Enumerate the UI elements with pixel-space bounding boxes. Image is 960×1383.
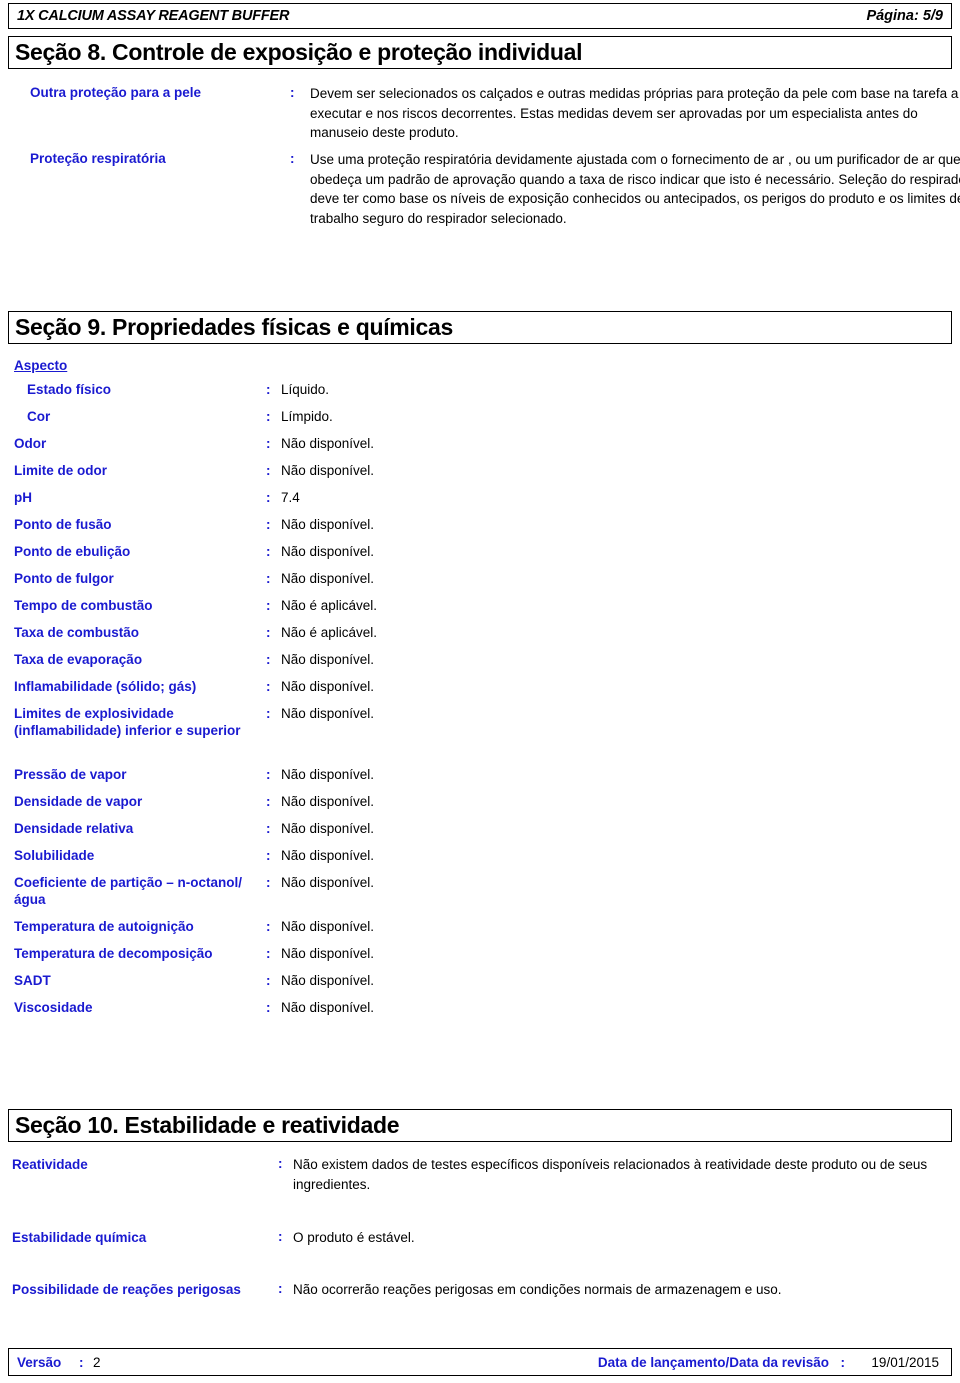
property-value: 7.4 bbox=[281, 490, 300, 505]
property-label: Temperatura de autoignição bbox=[14, 919, 194, 934]
property-label: Solubilidade bbox=[14, 848, 95, 863]
property-value: Não disponível. bbox=[281, 794, 375, 809]
property-label: Taxa de combustão bbox=[14, 625, 140, 640]
property-label: Densidade relativa bbox=[14, 821, 134, 836]
property-value: Não disponível. bbox=[281, 946, 375, 961]
property-colon: : bbox=[266, 875, 271, 890]
field-value: Não ocorrerão reações perigosas em condi… bbox=[293, 1282, 782, 1297]
section-8-title-bar: Seção 8. Controle de exposição e proteçã… bbox=[8, 36, 952, 69]
document-page: 1X CALCIUM ASSAY REAGENT BUFFER Página: … bbox=[0, 0, 960, 1383]
property-value: Líquido. bbox=[281, 382, 330, 397]
version-colon: : bbox=[79, 1354, 84, 1370]
property-value: Não disponível. bbox=[281, 652, 375, 667]
field-value: Devem ser selecionados os calçados e out… bbox=[310, 86, 959, 140]
field-label: Estabilidade química bbox=[12, 1230, 147, 1245]
property-colon: : bbox=[266, 571, 271, 586]
property-value: Límpido. bbox=[281, 409, 333, 424]
property-label: Densidade de vapor bbox=[14, 794, 143, 809]
property-label: Tempo de combustão bbox=[14, 598, 153, 613]
property-colon: : bbox=[266, 794, 271, 809]
property-label: Limites de explosividade (inflamabilidad… bbox=[14, 706, 241, 738]
field-value: Use uma proteção respiratória devidament… bbox=[310, 152, 960, 226]
version-value: 2 bbox=[93, 1354, 101, 1370]
field-label: Proteção respiratória bbox=[30, 151, 166, 166]
property-colon: : bbox=[266, 679, 271, 694]
property-colon: : bbox=[266, 821, 271, 836]
aspecto-group-heading: Aspecto bbox=[14, 358, 68, 373]
property-value: Não disponível. bbox=[281, 436, 375, 451]
property-colon: : bbox=[266, 973, 271, 988]
property-label: Temperatura de decomposição bbox=[14, 946, 213, 961]
property-label: Coeficiente de partição – n-octanol/água bbox=[14, 875, 243, 907]
property-colon: : bbox=[266, 436, 271, 451]
property-colon: : bbox=[266, 409, 271, 424]
revision-date-label: Data de lançamento/Data da revisão bbox=[597, 1354, 829, 1370]
property-colon: : bbox=[266, 706, 271, 721]
property-label: pH bbox=[14, 490, 32, 505]
property-value: Não disponível. bbox=[281, 767, 375, 782]
field-colon: : bbox=[278, 1281, 283, 1296]
field-label: Possibilidade de reações perigosas bbox=[12, 1282, 241, 1297]
property-value: Não é aplicável. bbox=[281, 598, 378, 613]
property-value: Não disponível. bbox=[281, 848, 375, 863]
property-label: Inflamabilidade (sólido; gás) bbox=[14, 679, 197, 694]
section-9-title: Seção 9. Propriedades físicas e químicas bbox=[15, 314, 453, 340]
revision-date-value: 19/01/2015 bbox=[871, 1354, 939, 1370]
property-value: Não disponível. bbox=[281, 973, 375, 988]
property-label: Limite de odor bbox=[14, 463, 108, 478]
property-value: Não disponível. bbox=[281, 571, 375, 586]
property-colon: : bbox=[266, 919, 271, 934]
property-colon: : bbox=[266, 490, 271, 505]
field-label: Outra proteção para a pele bbox=[30, 85, 202, 100]
property-colon: : bbox=[266, 382, 271, 397]
property-label: Ponto de fulgor bbox=[14, 571, 114, 586]
product-title: 1X CALCIUM ASSAY REAGENT BUFFER bbox=[17, 8, 290, 24]
property-colon: : bbox=[266, 1000, 271, 1015]
property-label: Ponto de ebulição bbox=[14, 544, 131, 559]
property-colon: : bbox=[266, 625, 271, 640]
field-colon: : bbox=[290, 151, 295, 166]
property-colon: : bbox=[266, 767, 271, 782]
document-footer: Versão : 2 Data de lançamento/Data da re… bbox=[8, 1348, 952, 1376]
property-colon: : bbox=[266, 598, 271, 613]
property-value: Não disponível. bbox=[281, 517, 375, 532]
property-colon: : bbox=[266, 848, 271, 863]
property-value: Não disponível. bbox=[281, 706, 375, 721]
property-value: Não disponível. bbox=[281, 679, 375, 694]
property-value: Não disponível. bbox=[281, 544, 375, 559]
property-value: Não disponível. bbox=[281, 919, 375, 934]
property-label: Taxa de evaporação bbox=[14, 652, 143, 667]
document-header: 1X CALCIUM ASSAY REAGENT BUFFER Página: … bbox=[8, 3, 952, 29]
property-label: SADT bbox=[14, 973, 51, 988]
property-label: Cor bbox=[27, 409, 51, 424]
field-value: O produto é estável. bbox=[293, 1230, 415, 1245]
revision-date-colon: : bbox=[840, 1354, 846, 1370]
property-colon: : bbox=[266, 544, 271, 559]
section-8-title: Seção 8. Controle de exposição e proteçã… bbox=[15, 39, 583, 65]
version-label: Versão bbox=[17, 1354, 62, 1370]
property-value: Não disponível. bbox=[281, 1000, 375, 1015]
field-value: Não existem dados de testes específicos … bbox=[293, 1157, 928, 1192]
property-label: Pressão de vapor bbox=[14, 767, 127, 782]
property-label: Odor bbox=[14, 436, 47, 451]
property-value: Não disponível. bbox=[281, 821, 375, 836]
property-colon: : bbox=[266, 517, 271, 532]
field-label: Reatividade bbox=[12, 1157, 88, 1172]
property-value: Não disponível. bbox=[281, 875, 375, 890]
field-colon: : bbox=[278, 1229, 283, 1244]
section-10-title-bar: Seção 10. Estabilidade e reatividade bbox=[8, 1109, 952, 1142]
field-colon: : bbox=[290, 85, 295, 100]
property-label: Viscosidade bbox=[14, 1000, 93, 1015]
section-10-title: Seção 10. Estabilidade e reatividade bbox=[15, 1112, 400, 1138]
property-value: Não disponível. bbox=[281, 463, 375, 478]
property-value: Não é aplicável. bbox=[281, 625, 378, 640]
field-colon: : bbox=[278, 1156, 283, 1171]
property-colon: : bbox=[266, 652, 271, 667]
property-colon: : bbox=[266, 463, 271, 478]
property-label: Estado físico bbox=[27, 382, 112, 397]
property-colon: : bbox=[266, 946, 271, 961]
section-9-title-bar: Seção 9. Propriedades físicas e químicas bbox=[8, 311, 952, 344]
property-label: Ponto de fusão bbox=[14, 517, 112, 532]
page-indicator: Página: 5/9 bbox=[866, 8, 943, 24]
